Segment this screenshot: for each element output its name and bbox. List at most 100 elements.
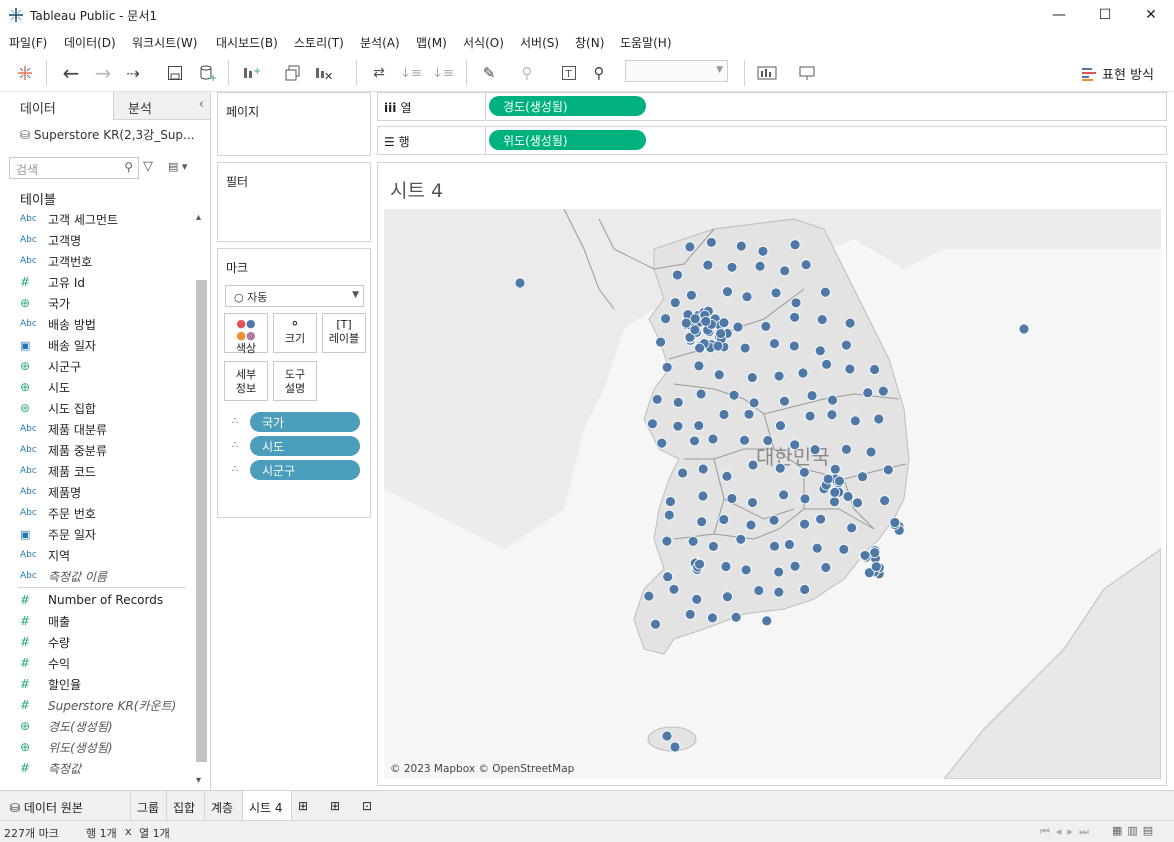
detail-button[interactable]: 세부 정보 bbox=[224, 361, 268, 401]
measure-field[interactable]: # 측정값 bbox=[20, 758, 190, 778]
new-worksheet-icon[interactable]: + bbox=[240, 62, 262, 84]
measure-field[interactable]: ⊕ 위도(생성됨) bbox=[20, 737, 190, 757]
map-mark[interactable] bbox=[732, 321, 744, 333]
show-mark-labels-icon[interactable]: T bbox=[558, 62, 580, 84]
map-mark[interactable] bbox=[806, 390, 818, 401]
menu-map[interactable]: 맵(M) bbox=[416, 34, 447, 51]
rows-pill-latitude[interactable]: 위도(생성됨) bbox=[489, 130, 646, 150]
map-mark[interactable] bbox=[844, 317, 856, 329]
map-mark[interactable] bbox=[846, 522, 858, 534]
map-mark[interactable] bbox=[660, 313, 671, 325]
dimension-field[interactable]: Abc 고객명 bbox=[20, 230, 190, 250]
sheet-view-icons[interactable]: ▦▥▤ bbox=[1112, 824, 1158, 837]
measure-field[interactable]: # 수익 bbox=[20, 653, 190, 673]
map-mark[interactable] bbox=[728, 389, 740, 401]
map-mark[interactable] bbox=[718, 409, 730, 420]
map-mark[interactable] bbox=[748, 397, 760, 409]
map-view[interactable]: 대한민국 © 2023 Mapbox © OpenStreetMap bbox=[384, 209, 1161, 779]
group-members-icon[interactable]: ⚲ bbox=[516, 62, 538, 84]
map-mark[interactable] bbox=[712, 340, 724, 352]
close-button[interactable]: ✕ bbox=[1128, 0, 1174, 30]
map-mark[interactable] bbox=[811, 542, 823, 554]
new-dashboard-tab-icon[interactable]: ⊞ bbox=[324, 791, 354, 821]
duplicate-sheet-icon[interactable] bbox=[282, 62, 304, 84]
map-mark[interactable] bbox=[779, 265, 791, 277]
dimension-field[interactable]: Abc 제품 대분류 bbox=[20, 419, 190, 439]
map-mark[interactable] bbox=[680, 317, 692, 329]
map-mark[interactable] bbox=[661, 730, 673, 742]
dimension-field[interactable]: Abc 제품명 bbox=[20, 482, 190, 502]
menu-analysis[interactable]: 분석(A) bbox=[360, 34, 400, 51]
show-me-button[interactable]: 표현 방식 bbox=[1082, 64, 1154, 83]
map-mark[interactable] bbox=[514, 277, 526, 289]
map-mark[interactable] bbox=[713, 369, 725, 381]
tab-datasource[interactable]: ⛁ 데이터 원본 bbox=[0, 791, 131, 821]
map-mark[interactable] bbox=[720, 561, 732, 572]
map-mark[interactable] bbox=[726, 493, 738, 504]
tab-hierarchy[interactable]: 계층 bbox=[205, 791, 243, 821]
map-mark[interactable] bbox=[677, 467, 689, 479]
map-mark[interactable] bbox=[702, 259, 714, 271]
mark-type-dropdown[interactable]: ○ 자동 ▼ bbox=[225, 285, 364, 307]
map-mark[interactable] bbox=[689, 435, 700, 447]
map-mark[interactable] bbox=[804, 410, 816, 422]
measure-field[interactable]: # Number of Records bbox=[20, 590, 190, 610]
map-mark[interactable] bbox=[663, 509, 675, 521]
map-mark[interactable] bbox=[708, 540, 719, 552]
map-mark[interactable] bbox=[809, 444, 821, 455]
menu-server[interactable]: 서버(S) bbox=[520, 34, 559, 51]
sort-ascending-icon[interactable]: ↓≡ bbox=[400, 62, 422, 84]
map-mark[interactable] bbox=[693, 420, 705, 432]
map-mark[interactable] bbox=[790, 297, 802, 309]
dimension-field[interactable]: ⊛ 시도 집합 bbox=[20, 398, 190, 418]
measure-field[interactable]: # 매출 bbox=[20, 611, 190, 631]
map-mark[interactable] bbox=[822, 473, 834, 485]
map-mark[interactable] bbox=[789, 239, 801, 251]
map-mark[interactable] bbox=[821, 358, 833, 370]
pages-card[interactable]: 페이지 bbox=[217, 92, 371, 156]
map-mark[interactable] bbox=[687, 535, 699, 547]
map-mark[interactable] bbox=[797, 367, 809, 379]
menu-dashboard[interactable]: 대시보드(B) bbox=[216, 34, 278, 51]
map-mark[interactable] bbox=[697, 463, 709, 475]
map-mark[interactable] bbox=[655, 336, 667, 348]
map-mark[interactable] bbox=[768, 514, 780, 526]
map-mark[interactable] bbox=[739, 342, 751, 354]
map-mark[interactable] bbox=[718, 514, 730, 525]
map-mark[interactable] bbox=[662, 571, 674, 583]
map-mark[interactable] bbox=[746, 372, 758, 383]
map-mark[interactable] bbox=[799, 518, 810, 530]
tab-sheet4[interactable]: 시트 4 bbox=[243, 791, 292, 821]
dimension-field[interactable]: Abc 제품 중분류 bbox=[20, 440, 190, 460]
map-mark[interactable] bbox=[721, 470, 733, 482]
map-mark[interactable] bbox=[773, 566, 785, 578]
clear-sheet-icon[interactable]: ✕ bbox=[312, 62, 334, 84]
map-mark[interactable] bbox=[691, 593, 703, 605]
map-mark[interactable] bbox=[849, 415, 861, 427]
map-mark[interactable] bbox=[827, 394, 838, 406]
new-worksheet-tab-icon[interactable]: ⊞ bbox=[292, 791, 322, 821]
columns-pill-longitude[interactable]: 경도(생성됨) bbox=[489, 96, 646, 116]
fit-dropdown[interactable]: ▼ bbox=[625, 60, 728, 82]
measure-field[interactable]: # 수량 bbox=[20, 632, 190, 652]
map-mark[interactable] bbox=[865, 446, 877, 458]
search-input[interactable]: 검색 ⚲ bbox=[9, 157, 139, 179]
map-attribution[interactable]: © 2023 Mapbox © OpenStreetMap bbox=[390, 763, 574, 775]
map-mark[interactable] bbox=[747, 459, 759, 471]
tooltip-button[interactable]: 도구 설명 bbox=[273, 361, 317, 401]
rows-shelf[interactable]: ☰ 행 위도(생성됨) bbox=[377, 126, 1167, 155]
map-mark[interactable] bbox=[834, 475, 845, 487]
map-mark[interactable] bbox=[694, 342, 706, 354]
map-mark[interactable] bbox=[826, 409, 838, 421]
scroll-up-icon[interactable]: ▴ bbox=[196, 212, 201, 223]
dimension-field[interactable]: ▣ 주문 일자 bbox=[20, 524, 190, 544]
map-mark[interactable] bbox=[879, 495, 891, 507]
show-cards-icon[interactable] bbox=[756, 62, 778, 84]
map-mark[interactable] bbox=[789, 439, 801, 451]
map-mark[interactable] bbox=[689, 313, 701, 325]
presentation-mode-icon[interactable] bbox=[796, 62, 818, 84]
menu-help[interactable]: 도움말(H) bbox=[620, 34, 672, 51]
dimension-field[interactable]: Abc 배송 방법 bbox=[20, 314, 190, 334]
filter-icon[interactable]: ▽ bbox=[143, 159, 153, 174]
map-mark[interactable] bbox=[882, 464, 894, 476]
